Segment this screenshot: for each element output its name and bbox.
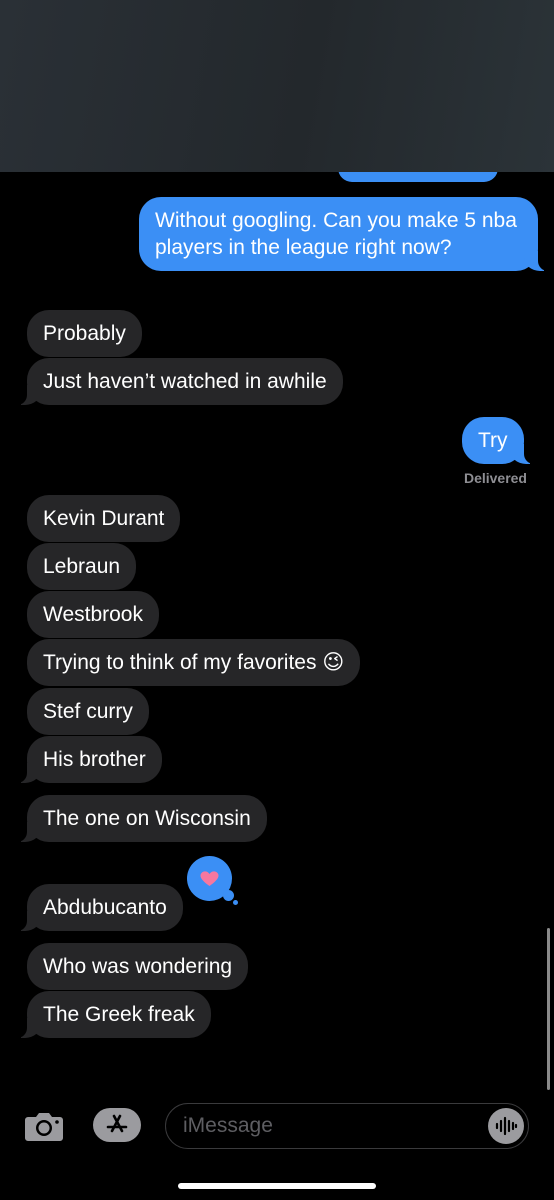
message-text: Try <box>478 429 508 452</box>
message-text: Stef curry <box>43 700 133 723</box>
message-text: Trying to think of my favorites 😉 <box>43 651 345 674</box>
app-store-button[interactable] <box>93 1108 141 1142</box>
message-input-placeholder: iMessage <box>183 1114 273 1137</box>
message-text: The Greek freak <box>43 1003 195 1026</box>
tapback-tail <box>223 890 234 901</box>
app-store-icon <box>106 1114 128 1133</box>
message-text: Probably <box>43 322 126 345</box>
message-bubble-incoming[interactable]: Trying to think of my favorites 😉 <box>27 639 361 686</box>
message-bubble-incoming[interactable]: Abdubucanto <box>17 884 183 931</box>
message-bubble-outgoing[interactable]: Try <box>462 417 534 464</box>
message-text: The one on Wisconsin <box>43 807 251 830</box>
message-text: Without googling. Can you make 5 nba pla… <box>155 209 517 259</box>
camera-icon[interactable] <box>24 1110 64 1147</box>
message-bubble-outgoing[interactable]: Without googling. Can you make 5 nba pla… <box>139 197 548 271</box>
waveform-icon <box>495 1116 518 1136</box>
delivery-status: Delivered <box>463 470 527 486</box>
message-text: Who was wondering <box>43 955 233 978</box>
message-bubble-incoming[interactable]: Just haven’t watched in awhile <box>17 358 343 405</box>
message-bubble-incoming[interactable]: The Greek freak <box>17 991 211 1038</box>
home-indicator[interactable] <box>178 1183 376 1189</box>
message-text: Abdubucanto <box>43 896 167 919</box>
message-text: Lebraun <box>43 555 121 578</box>
scrollbar[interactable] <box>547 928 550 1090</box>
message-text: Kevin Durant <box>43 507 165 530</box>
message-text: His brother <box>43 748 146 771</box>
message-text: Just haven’t watched in awhile <box>43 370 327 393</box>
message-bubble-incoming[interactable]: Lebraun <box>27 543 137 590</box>
message-bubble-incoming[interactable]: Who was wondering <box>27 943 249 990</box>
message-bubble-incoming[interactable]: His brother <box>17 736 162 783</box>
message-bubble-incoming[interactable]: Westbrook <box>27 591 159 638</box>
message-text: Westbrook <box>43 603 143 626</box>
tapback-tail <box>233 900 238 905</box>
message-bubble-incoming[interactable]: The one on Wisconsin <box>17 795 267 842</box>
message-bubble-incoming[interactable]: Probably <box>27 310 142 357</box>
message-bubble-incoming[interactable]: Kevin Durant <box>27 495 181 542</box>
audio-message-button[interactable] <box>488 1108 524 1144</box>
message-input[interactable]: iMessage <box>165 1103 529 1149</box>
message-bubble-incoming[interactable]: Stef curry <box>27 688 149 735</box>
